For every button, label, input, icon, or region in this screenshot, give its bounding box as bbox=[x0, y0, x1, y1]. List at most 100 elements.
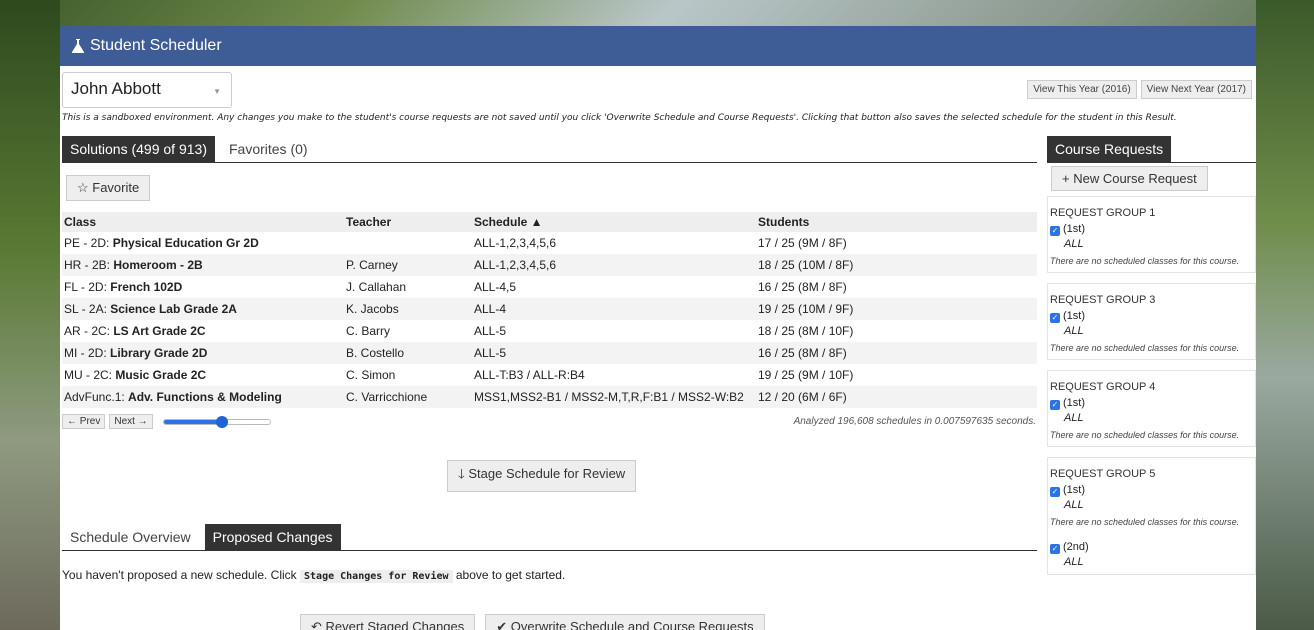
teacher-cell: J. Callahan bbox=[346, 280, 407, 294]
column-header-students[interactable]: Students bbox=[756, 212, 1037, 232]
schedule-cell: ALL-1,2,3,4,5,6 bbox=[474, 236, 557, 250]
solution-slider[interactable] bbox=[162, 415, 271, 428]
request-all: ALL bbox=[1064, 238, 1084, 250]
class-cell: AR - 2C: LS Art Grade 2C bbox=[62, 320, 344, 342]
request-group-title: REQUEST GROUP 3 bbox=[1050, 294, 1156, 306]
class-name: LS Art Grade 2C bbox=[113, 324, 206, 338]
request-choice[interactable]: ✓ (1st) bbox=[1050, 397, 1253, 410]
class-code: AdvFunc.1: bbox=[64, 390, 129, 404]
class-name: Homeroom - 2B bbox=[113, 258, 203, 272]
next-button[interactable]: Next → bbox=[109, 414, 153, 429]
overwrite-schedule-button[interactable]: ✔ Overwrite Schedule and Course Requests bbox=[485, 614, 765, 630]
class-code: SL - 2A: bbox=[64, 302, 111, 316]
view-next-year-button[interactable]: View Next Year (2017) bbox=[1140, 80, 1252, 99]
titlebar: Student Scheduler bbox=[60, 26, 1256, 66]
table-row[interactable]: MU - 2C: Music Grade 2C C. Simon ALL-T:B3 … bbox=[62, 364, 1037, 386]
column-header-teacher[interactable]: Teacher bbox=[344, 212, 472, 232]
new-course-request-button[interactable]: + New Course Request bbox=[1051, 166, 1208, 191]
table-header-row: Class Teacher Schedule ▲ Students bbox=[62, 212, 1037, 232]
schedule-cell: ALL-T:B3 / ALL-R:B4 bbox=[474, 368, 585, 382]
class-cell: SL - 2A: Science Lab Grade 2A bbox=[62, 298, 344, 320]
bottom-buttons: ↶ Revert Staged Changes ✔ Overwrite Sche… bbox=[300, 614, 765, 630]
background-photo-right bbox=[1256, 0, 1314, 630]
table-row[interactable]: AdvFunc.1: Adv. Functions & Modeling C. V… bbox=[62, 386, 1037, 408]
request-choice-label: (1st) bbox=[1063, 310, 1085, 322]
request-all: ALL bbox=[1064, 412, 1084, 424]
class-cell: FL - 2D: French 102D bbox=[62, 276, 344, 298]
request-groups: REQUEST GROUP 1 ✓ (1st) ALL There are no sch… bbox=[1047, 196, 1256, 575]
overview-tabs: Schedule Overview Proposed Changes bbox=[62, 524, 1037, 551]
prev-button[interactable]: ← Prev bbox=[62, 414, 106, 429]
stage-schedule-button[interactable]: 🡓 Stage Schedule for Review bbox=[447, 460, 637, 492]
students-cell: 18 / 25 (8M / 10F) bbox=[758, 324, 854, 338]
slider-fill bbox=[163, 419, 222, 424]
schedule-cell: ALL-5 bbox=[474, 324, 507, 338]
request-all: ALL bbox=[1064, 499, 1084, 511]
class-name: Music Grade 2C bbox=[115, 368, 207, 382]
sandbox-notice: This is a sandboxed environment. Any cha… bbox=[62, 113, 1177, 123]
student-select[interactable]: John Abbott ▼ bbox=[62, 72, 232, 108]
request-choice[interactable]: ✓ (1st) bbox=[1050, 223, 1253, 236]
slider-handle[interactable] bbox=[215, 415, 228, 428]
class-code: HR - 2B: bbox=[64, 258, 114, 272]
request-all: ALL bbox=[1064, 325, 1084, 337]
request-none-note: There are no scheduled classes for this … bbox=[1050, 256, 1240, 266]
chevron-down-icon: ▼ bbox=[213, 87, 221, 96]
teacher-cell: C. Simon bbox=[346, 368, 396, 382]
checkbox-icon[interactable]: ✓ bbox=[1050, 400, 1060, 410]
table-row[interactable]: HR - 2B: Homeroom - 2B P. Carney ALL-1,2,3… bbox=[62, 254, 1037, 276]
request-group: REQUEST GROUP 1 ✓ (1st) ALL There are no sch… bbox=[1047, 196, 1256, 273]
tab-favorites[interactable]: Favorites (0) bbox=[221, 136, 316, 162]
tab-course-requests[interactable]: Course Requests bbox=[1047, 136, 1172, 162]
checkbox-icon[interactable]: ✓ bbox=[1050, 226, 1060, 236]
request-choice[interactable]: ✓ (1st) bbox=[1050, 484, 1253, 497]
request-choice-label: (1st) bbox=[1063, 223, 1085, 235]
checkbox-icon[interactable]: ✓ bbox=[1050, 544, 1060, 554]
request-none-note: There are no scheduled classes for this … bbox=[1050, 430, 1240, 440]
favorite-button[interactable]: ☆ Favorite bbox=[66, 175, 151, 201]
class-cell: AdvFunc.1: Adv. Functions & Modeling bbox=[62, 386, 344, 408]
background-photo-left bbox=[0, 0, 60, 630]
teacher-cell: C. Varricchione bbox=[344, 386, 472, 408]
table-row[interactable]: PE - 2D: Physical Education Gr 2D ALL-1,2… bbox=[62, 232, 1037, 254]
table-row[interactable]: MI - 2D: Library Grade 2D B. Costello ALL-… bbox=[62, 342, 1037, 364]
column-header-schedule[interactable]: Schedule ▲ bbox=[472, 212, 756, 232]
tab-schedule-overview[interactable]: Schedule Overview bbox=[62, 524, 199, 550]
request-none-note: There are no scheduled classes for this … bbox=[1050, 343, 1240, 353]
table-row[interactable]: AR - 2C: LS Art Grade 2C C. Barry ALL-5 18 … bbox=[62, 320, 1037, 342]
tab-solutions[interactable]: Solutions (499 of 913) bbox=[62, 136, 215, 162]
checkbox-icon[interactable]: ✓ bbox=[1050, 313, 1060, 323]
view-this-year-button[interactable]: View This Year (2016) bbox=[1027, 80, 1137, 99]
arrow-down-icon: 🡓 bbox=[458, 466, 469, 481]
analyzed-stats: Analyzed 196,608 schedules in 0.00759763… bbox=[793, 416, 1036, 427]
app-window: Student Scheduler John Abbott ▼ View Thi… bbox=[60, 26, 1256, 630]
no-schedule-text-before: You haven't proposed a new schedule. Cli… bbox=[62, 568, 301, 582]
schedule-cell: ALL-1,2,3,4,5,6 bbox=[472, 254, 756, 276]
table-row[interactable]: FL - 2D: French 102D J. Callahan ALL-4,5 16… bbox=[62, 276, 1037, 298]
class-cell: PE - 2D: Physical Education Gr 2D bbox=[62, 232, 344, 254]
class-code: FL - 2D: bbox=[64, 280, 111, 294]
table-row[interactable]: SL - 2A: Science Lab Grade 2A K. Jacobs AL… bbox=[62, 298, 1037, 320]
request-group: REQUEST GROUP 3 ✓ (1st) ALL There are no sch… bbox=[1047, 283, 1256, 360]
students-cell: 19 / 25 (10M / 9F) bbox=[756, 298, 1037, 320]
request-group: REQUEST GROUP 5 ✓ (1st) ALL There are no sch… bbox=[1047, 457, 1256, 575]
request-group-title: REQUEST GROUP 4 bbox=[1050, 381, 1156, 393]
students-cell: 16 / 25 (8M / 8F) bbox=[758, 280, 847, 294]
tab-proposed-changes[interactable]: Proposed Changes bbox=[204, 524, 341, 550]
revert-staged-button[interactable]: ↶ Revert Staged Changes bbox=[300, 614, 476, 630]
revert-label: Revert Staged Changes bbox=[325, 619, 465, 630]
checkbox-icon[interactable]: ✓ bbox=[1050, 487, 1060, 497]
class-name: Science Lab Grade 2A bbox=[110, 302, 237, 316]
no-schedule-message: You haven't proposed a new schedule. Cli… bbox=[62, 568, 565, 583]
teacher-cell: K. Jacobs bbox=[344, 298, 472, 320]
students-cell: 16 / 25 (8M / 8F) bbox=[756, 342, 1037, 364]
class-code: AR - 2C: bbox=[64, 324, 114, 338]
request-choice[interactable]: ✓ (2nd) bbox=[1050, 541, 1253, 554]
undo-icon: ↶ bbox=[311, 619, 326, 630]
request-choice-label: (1st) bbox=[1063, 484, 1085, 496]
class-name: Adv. Functions & Modeling bbox=[128, 390, 282, 404]
request-choice[interactable]: ✓ (1st) bbox=[1050, 310, 1253, 323]
column-header-class[interactable]: Class bbox=[62, 212, 344, 232]
class-name: French 102D bbox=[110, 280, 183, 294]
classes-table: Class Teacher Schedule ▲ Students PE - 2… bbox=[62, 212, 1037, 408]
